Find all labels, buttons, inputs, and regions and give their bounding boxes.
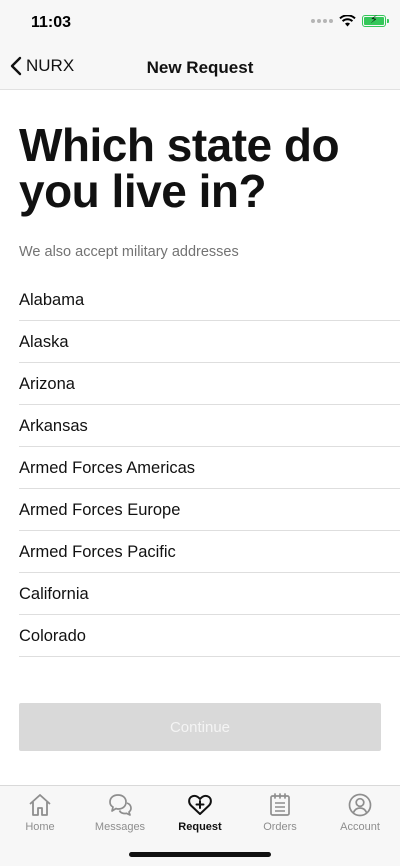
- nav-bar: NURX New Request: [0, 46, 400, 90]
- status-bar: 11:03 ⚡: [0, 0, 400, 46]
- battery-charging-icon: ⚡: [362, 14, 389, 27]
- cellular-signal-icon: [311, 19, 333, 23]
- page-title: Which state do you live in?: [19, 119, 340, 217]
- nav-title: New Request: [146, 58, 254, 77]
- tab-messages-label: Messages: [94, 821, 146, 833]
- tab-messages[interactable]: Messages: [80, 792, 160, 833]
- state-list: Alabama Alaska Arizona Arkansas Armed Fo…: [19, 279, 400, 657]
- user-circle-icon: [348, 793, 372, 817]
- state-option-colorado[interactable]: Colorado: [19, 615, 400, 657]
- state-option-california[interactable]: California: [19, 573, 400, 615]
- tab-account-label: Account: [340, 821, 380, 833]
- home-icon: [29, 794, 51, 816]
- tab-orders[interactable]: Orders: [240, 792, 320, 833]
- heart-plus-icon: [188, 794, 212, 815]
- tab-request-label: Request: [178, 821, 222, 833]
- tab-request[interactable]: Request: [160, 792, 240, 833]
- continue-button[interactable]: Continue: [19, 703, 381, 751]
- state-option-alaska[interactable]: Alaska: [19, 321, 400, 363]
- state-option-alabama[interactable]: Alabama: [19, 279, 400, 321]
- state-option-armed-forces-pacific[interactable]: Armed Forces Pacific: [19, 531, 400, 573]
- state-option-armed-forces-europe[interactable]: Armed Forces Europe: [19, 489, 400, 531]
- page-subtitle: We also accept military addresses: [19, 244, 239, 260]
- state-option-arkansas[interactable]: Arkansas: [19, 405, 400, 447]
- status-icons: ⚡: [311, 14, 389, 27]
- status-time: 11:03: [31, 14, 72, 31]
- tab-home[interactable]: Home: [0, 792, 80, 833]
- tab-account[interactable]: Account: [320, 792, 400, 833]
- state-option-armed-forces-americas[interactable]: Armed Forces Americas: [19, 447, 400, 489]
- home-indicator: [129, 852, 271, 857]
- wifi-icon: [339, 15, 356, 27]
- messages-icon: [109, 794, 132, 816]
- tab-orders-label: Orders: [263, 821, 297, 833]
- tab-home-label: Home: [25, 821, 55, 833]
- calendar-list-icon: [270, 793, 290, 816]
- state-option-arizona[interactable]: Arizona: [19, 363, 400, 405]
